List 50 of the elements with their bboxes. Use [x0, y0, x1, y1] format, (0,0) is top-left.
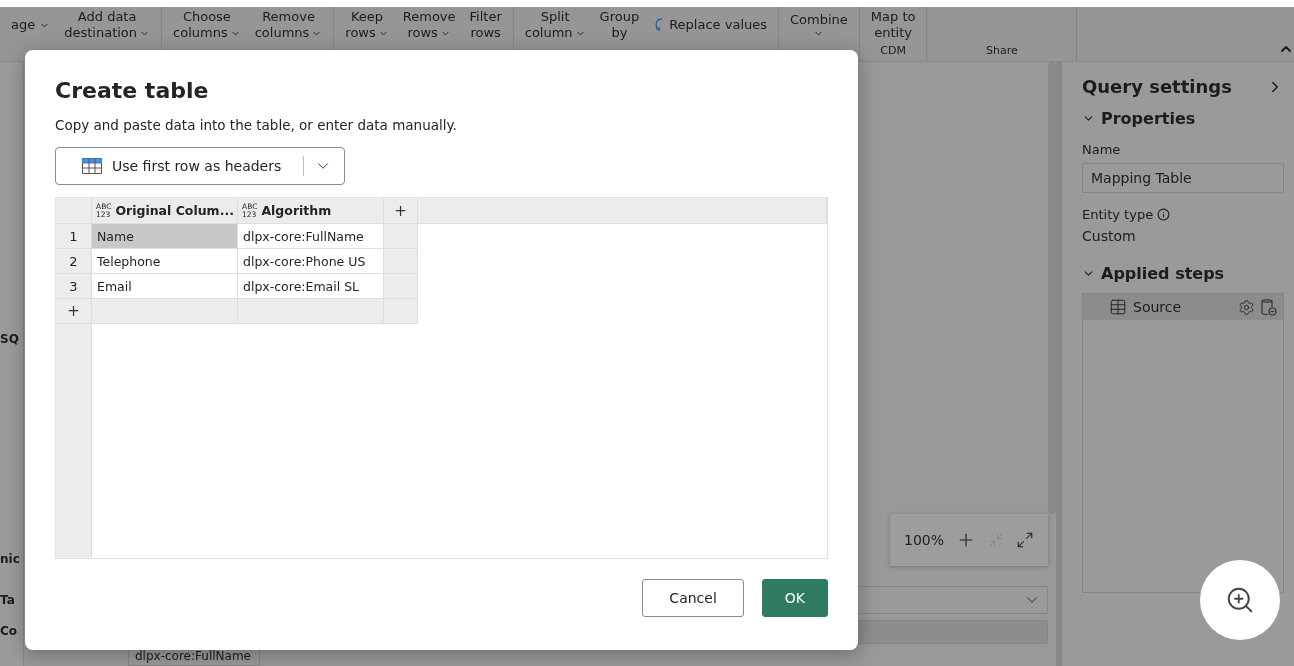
pane-text: nic	[0, 552, 21, 568]
table-cell[interactable]: Email	[92, 274, 238, 299]
table-cell[interactable]: dlpx-core:Email SL	[238, 274, 384, 299]
database-icon[interactable]	[1261, 298, 1277, 316]
row-number: 3	[56, 274, 92, 299]
table-icon	[1109, 298, 1127, 316]
ok-button[interactable]: OK	[761, 579, 828, 617]
ribbon-button[interactable]: Remove columns	[251, 9, 326, 42]
cancel-button[interactable]: Cancel	[642, 579, 744, 617]
ribbon-button[interactable]: Combine	[787, 11, 851, 39]
ribbon-button[interactable]: Filter rows	[466, 9, 505, 42]
row-number: 1	[56, 224, 92, 249]
pane-text: SQ	[0, 332, 20, 348]
row-number: 2	[56, 249, 92, 274]
field-label: Entity type	[1082, 207, 1154, 222]
name-field[interactable]: Mapping Table	[1082, 163, 1284, 193]
step-item[interactable]: Source	[1083, 294, 1283, 320]
zoom-in-icon	[1225, 585, 1255, 615]
table-cell[interactable]: dlpx-core:FullName	[238, 224, 384, 249]
settings-icon[interactable]	[1238, 298, 1255, 316]
zoom-level: 100%	[903, 532, 944, 548]
group-label: Share	[985, 43, 1019, 59]
dialog-subtitle: Copy and paste data into the table, or enter data manually.	[55, 117, 458, 133]
table-cell[interactable]: dlpx-core:Phone US	[238, 249, 384, 274]
info-icon[interactable]	[1157, 208, 1171, 221]
section-title: Applied steps	[1101, 264, 1225, 283]
ribbon-button[interactable]: Map to entity	[867, 9, 919, 42]
ribbon-button[interactable]: Replace values	[650, 17, 770, 34]
table-cell[interactable]: Name	[92, 224, 238, 249]
ribbon-button[interactable]: Group by	[596, 9, 643, 42]
headers-button[interactable]: Use first row as headers	[55, 147, 345, 185]
expand-icon[interactable]	[1016, 531, 1034, 549]
ribbon-button[interactable]: age	[8, 17, 54, 34]
group-label: CDM	[879, 43, 907, 59]
section-title: Properties	[1101, 109, 1196, 128]
ribbon-button[interactable]: Choose columns	[170, 9, 244, 42]
field-label: Name	[1082, 142, 1122, 157]
ribbon-button[interactable]: Add data destination	[61, 9, 154, 42]
dialog-title: Create table	[55, 78, 210, 103]
table-icon	[82, 158, 102, 174]
pane-text: Co	[0, 624, 19, 640]
panel-title: Query settings	[1082, 76, 1232, 97]
ribbon-button[interactable]: Split column	[521, 9, 589, 42]
ribbon-button[interactable]: Remove rows	[399, 9, 459, 42]
pane-text: Ta	[0, 593, 16, 609]
table-cell[interactable]: Telephone	[92, 249, 238, 274]
ribbon-button[interactable]: Keep rows	[342, 9, 392, 42]
add-row-button[interactable]: +	[56, 299, 92, 324]
field-value: Custom	[1082, 228, 1137, 244]
add-column-button[interactable]: +	[384, 198, 418, 224]
